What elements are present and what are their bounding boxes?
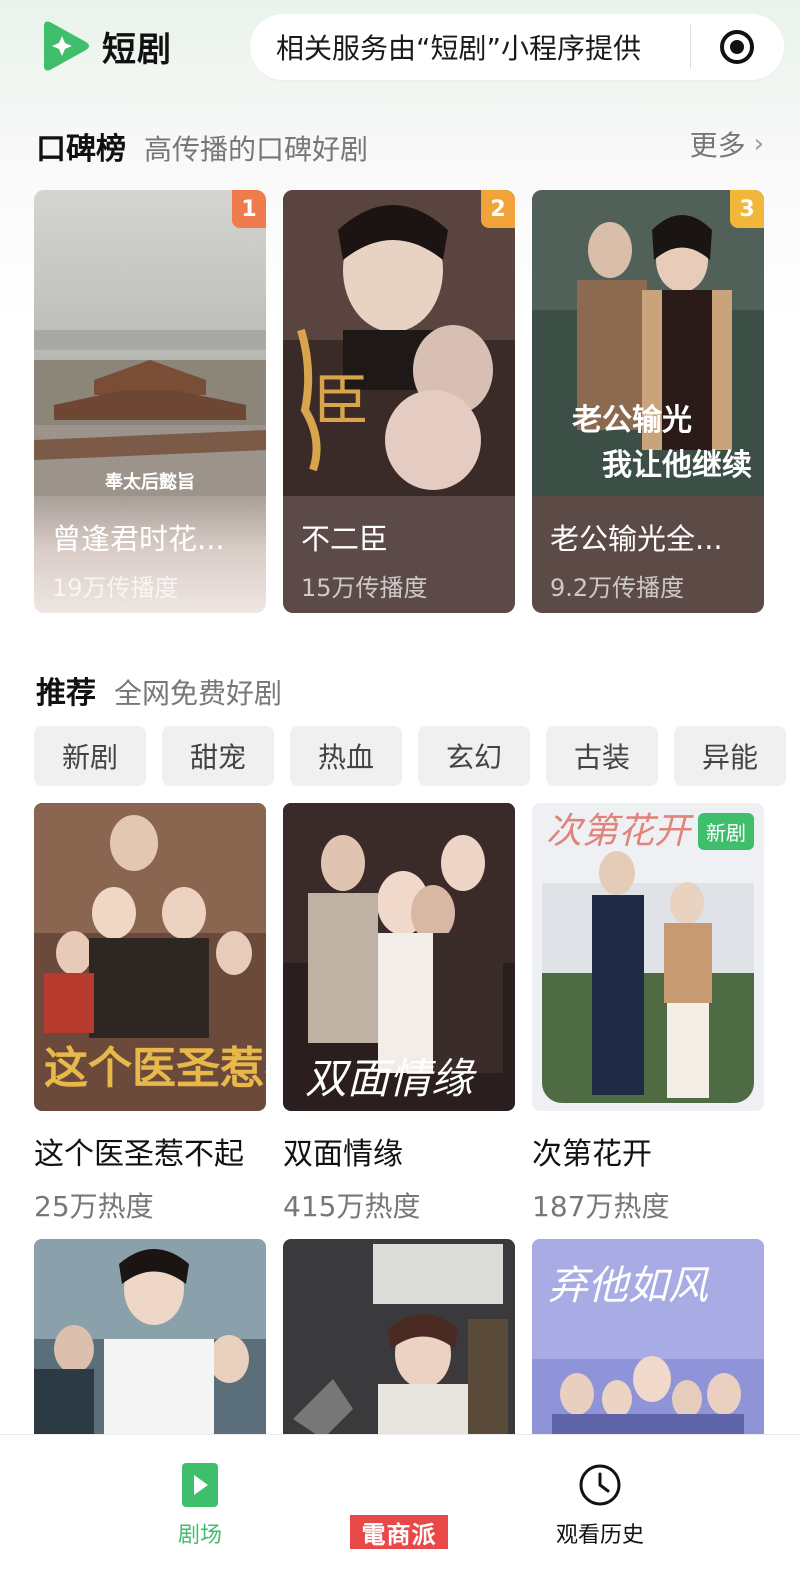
recommend-title: 推荐	[36, 676, 96, 711]
ranking-more-link[interactable]: 更多 ›	[690, 124, 764, 164]
tag-sweet[interactable]: 甜宠	[162, 726, 274, 786]
rank-badge-3: 3	[730, 190, 764, 228]
rank-poster-3: 老公输光 我让他继续	[532, 190, 764, 496]
rec-poster-1: 这个医圣惹不起	[34, 803, 266, 1111]
rank-info-1: 曾逢君时花... 19万传播度	[34, 496, 266, 613]
recommend-header: 推荐 全网免费好剧	[36, 668, 282, 712]
rec-poster-text-2: 双面情缘	[305, 1054, 477, 1103]
rec-poster-text-6: 弃他如风	[548, 1263, 710, 1309]
rec-card-2[interactable]: 双面情缘 双面情缘 415万热度	[283, 803, 515, 1225]
rank-stat-1: 19万传播度	[52, 574, 179, 602]
ranking-header: 口碑榜 高传播的口碑好剧	[36, 124, 368, 168]
rec-poster-2: 双面情缘	[283, 803, 515, 1111]
rec-card-3[interactable]: 次第花开 新剧 次第花开 187万热度	[532, 803, 764, 1225]
rec-poster-text-1: 这个医圣惹不起	[44, 1043, 266, 1094]
app-title: 短剧	[102, 29, 172, 70]
ranking-title: 口碑榜	[36, 132, 126, 167]
nav-label-history: 观看历史	[555, 1523, 644, 1548]
rec-heat-2: 415万热度	[283, 1190, 421, 1223]
rank-badge-1: 1	[232, 190, 266, 228]
rec-heat-3: 187万热度	[532, 1190, 670, 1223]
rank-card-1[interactable]: 奉太后懿旨 曾逢君时花... 19万传播度 1	[34, 190, 266, 613]
rec-card-1[interactable]: 这个医圣惹不起 这个医圣惹不起 25万热度	[34, 803, 266, 1225]
play-icon	[182, 1463, 218, 1507]
rank-title-3: 老公输光全...	[550, 522, 723, 556]
rank-info-3: 老公输光全... 9.2万传播度	[532, 496, 764, 613]
rank-poster-1: 奉太后懿旨	[34, 190, 266, 496]
clock-icon	[579, 1464, 621, 1506]
rank-card-3[interactable]: 老公输光 我让他继续 老公输光全... 9.2万传播度 3	[532, 190, 764, 613]
more-label: 更多	[689, 129, 746, 162]
svg-text:我让他继续: 我让他继续	[602, 448, 752, 483]
rank-info-2: 不二臣 15万传播度	[283, 496, 515, 613]
svg-text:臣: 臣	[313, 369, 369, 434]
service-notice-pill[interactable]: 相关服务由“短剧”小程序提供	[250, 14, 784, 80]
app-logo[interactable]: 短剧	[36, 18, 172, 74]
ranking-subtitle: 高传播的口碑好剧	[144, 133, 369, 166]
rec-title-1: 这个医圣惹不起	[34, 1137, 244, 1172]
bottom-nav: 剧场 观看历史 電商派	[0, 1434, 800, 1569]
rank-title-2: 不二臣	[301, 522, 389, 556]
tag-superpower[interactable]: 异能	[674, 726, 786, 786]
rank-poster-caption-1: 奉太后懿旨	[105, 472, 195, 493]
nav-item-theater[interactable]: 剧场	[120, 1463, 280, 1549]
tag-new[interactable]: 新剧	[34, 726, 146, 786]
nav-item-history[interactable]: 观看历史	[520, 1463, 680, 1549]
rec-heat-1: 25万热度	[34, 1190, 154, 1223]
rank-title-1: 曾逢君时花...	[52, 522, 225, 556]
rank-card-2[interactable]: 臣 不二臣 15万传播度 2	[283, 190, 515, 613]
tag-passion[interactable]: 热血	[290, 726, 402, 786]
recommend-subtitle: 全网免费好剧	[114, 677, 283, 710]
rec-poster-text-3: 次第花开	[546, 811, 695, 852]
rec-title-2: 双面情缘	[283, 1137, 403, 1172]
rank-stat-3: 9.2万传播度	[550, 574, 685, 602]
tag-fantasy[interactable]: 玄幻	[418, 726, 530, 786]
nav-label-theater: 剧场	[177, 1523, 222, 1548]
record-icon	[720, 30, 754, 64]
rec-title-3: 次第花开	[532, 1137, 652, 1172]
record-button[interactable]	[691, 14, 783, 80]
tag-costume[interactable]: 古装	[546, 726, 658, 786]
header: 短剧 相关服务由“短剧”小程序提供	[0, 0, 800, 100]
rank-badge-2: 2	[481, 190, 515, 228]
chevron-right-icon: ›	[753, 129, 764, 159]
app-logo-icon	[36, 18, 92, 74]
rank-poster-2: 臣	[283, 190, 515, 496]
rank-stat-2: 15万传播度	[301, 574, 428, 602]
watermark-logo: 電商派	[350, 1515, 448, 1549]
new-badge: 新剧	[698, 813, 754, 850]
service-notice-text: 相关服务由“短剧”小程序提供	[276, 32, 642, 65]
svg-text:老公输光: 老公输光	[572, 403, 692, 438]
rec-poster-3: 次第花开 新剧	[532, 803, 764, 1111]
